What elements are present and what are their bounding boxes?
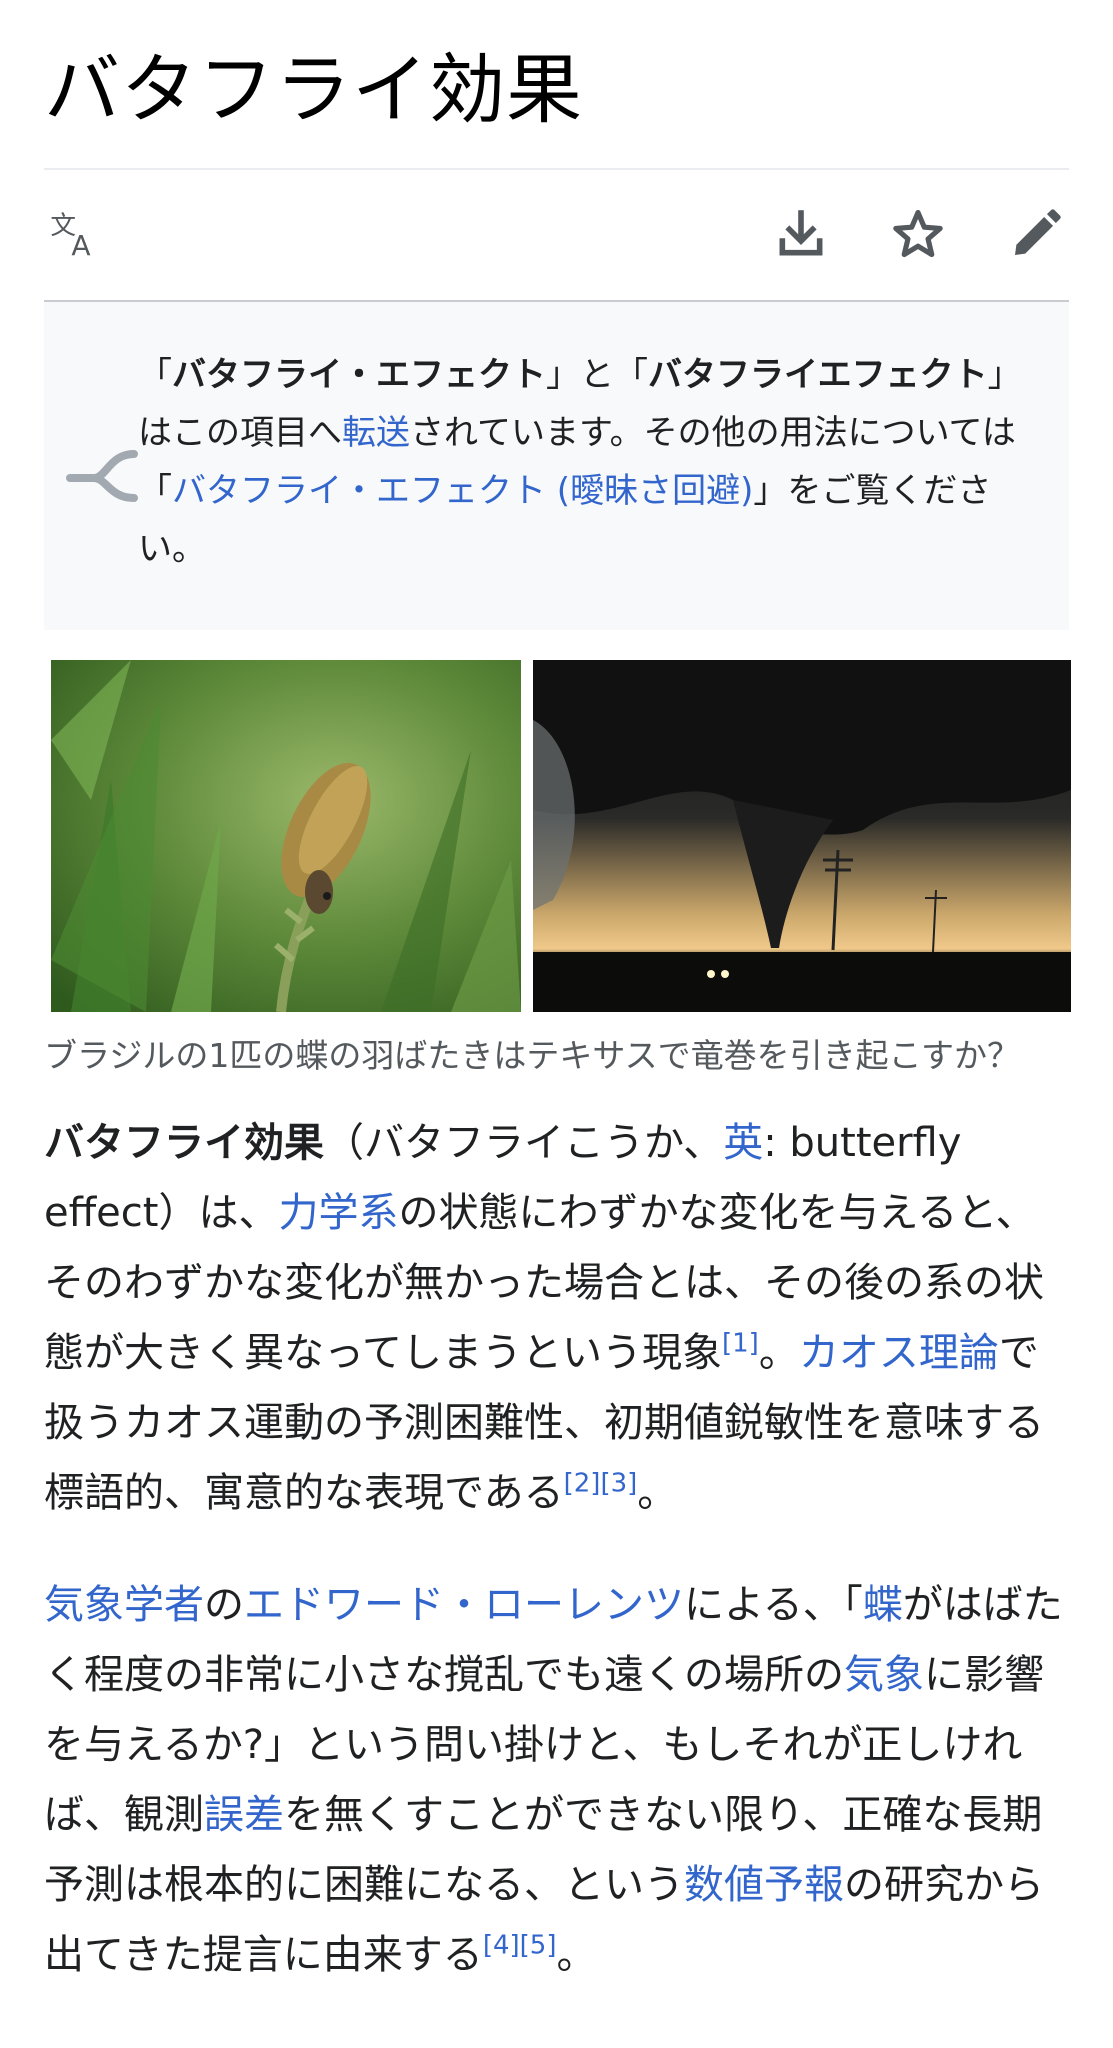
redirect-help-link[interactable]: 転送 (342, 413, 410, 453)
dynamical-system-link[interactable]: 力学系 (278, 1190, 398, 1236)
paragraph-text: 。 (556, 1932, 597, 1978)
download-button[interactable] (769, 202, 833, 266)
translate-icon: 文 A (50, 211, 90, 262)
paragraph-text: 。 (758, 1330, 799, 1376)
redirect-hatnote: 「バタフライ・エフェクト」と「バタフライエフェクト」はこの項目へ転送されています… (44, 302, 1069, 630)
reference-link-3[interactable]: [3] (600, 1469, 637, 1499)
page-title: バタフライ効果 (44, 45, 583, 134)
article-subject: バタフライ効果 (44, 1120, 324, 1166)
history-paragraph: 気象学者のエドワード・ローレンツによる、「蝶がはばたく程度の非常に小さな撹乱でも… (44, 1570, 1074, 1990)
redirect-term-1: バタフライ・エフェクト (172, 355, 546, 395)
edit-button[interactable] (1004, 202, 1068, 266)
butterfly-photo (51, 660, 521, 1012)
hatnote-text: 「バタフライ・エフェクト」と「バタフライエフェクト」はこの項目へ転送されています… (138, 346, 1039, 578)
lead-paragraph: バタフライ効果（バタフライこうか、英: butterfly effect）は、力… (44, 1108, 1074, 1528)
title-divider (44, 168, 1069, 170)
reference-marker: [1] (722, 1329, 759, 1359)
english-link[interactable]: 英 (723, 1120, 763, 1166)
reference-link-2[interactable]: [2] (564, 1469, 601, 1499)
butterfly-image[interactable] (51, 660, 521, 1012)
reference-link-4[interactable]: [4] (483, 1931, 520, 1961)
reference-link-5[interactable]: [5] (520, 1931, 557, 1961)
redirect-term-2: バタフライエフェクト (648, 355, 988, 395)
download-icon (779, 210, 823, 256)
tornado-photo (533, 660, 1071, 1012)
figure-caption: ブラジルの1匹の蝶の羽ばたきはテキサスで竜巻を引き起こすか？ (44, 1036, 1021, 1075)
page-actions-toolbar: 文 A (44, 172, 1069, 300)
redirect-icon (66, 450, 138, 502)
tornado-image[interactable] (533, 660, 1071, 1012)
language-button[interactable]: 文 A (44, 202, 108, 266)
edward-lorenz-link[interactable]: エドワード・ローレンツ (244, 1582, 684, 1628)
numerical-weather-prediction-link[interactable]: 数値予報 (684, 1862, 844, 1908)
observational-error-link[interactable]: 誤差 (204, 1792, 284, 1838)
hatnote-text-segment: 」と「 (546, 355, 648, 395)
chaos-theory-link[interactable]: カオス理論 (799, 1330, 999, 1376)
paragraph-text: による、「 (684, 1582, 863, 1628)
paragraph-text: の (204, 1582, 244, 1628)
reference-marker: [4][5] (483, 1931, 557, 1961)
butterfly-link[interactable]: 蝶 (863, 1582, 903, 1628)
watch-button[interactable] (886, 202, 950, 266)
paragraph-text: （バタフライこうか、 (324, 1120, 724, 1166)
meteorologist-link[interactable]: 気象学者 (44, 1582, 204, 1628)
article-page: バタフライ効果 文 A 「バタフライ・エフェクト」と「バタフライエフェクト」はこ… (0, 0, 1113, 2048)
star-icon (893, 209, 943, 258)
hatnote-text-segment: 「 (138, 355, 172, 395)
weather-link[interactable]: 気象 (844, 1652, 924, 1698)
pencil-icon (1015, 209, 1061, 255)
paragraph-text: 。 (637, 1470, 678, 1516)
svg-text:A: A (71, 229, 90, 262)
reference-marker: [2][3] (564, 1469, 638, 1499)
reference-link-1[interactable]: [1] (722, 1329, 759, 1359)
lead-figure (51, 660, 1071, 1012)
disambiguation-link[interactable]: バタフライ・エフェクト (曖昧さ回避) (172, 471, 753, 511)
